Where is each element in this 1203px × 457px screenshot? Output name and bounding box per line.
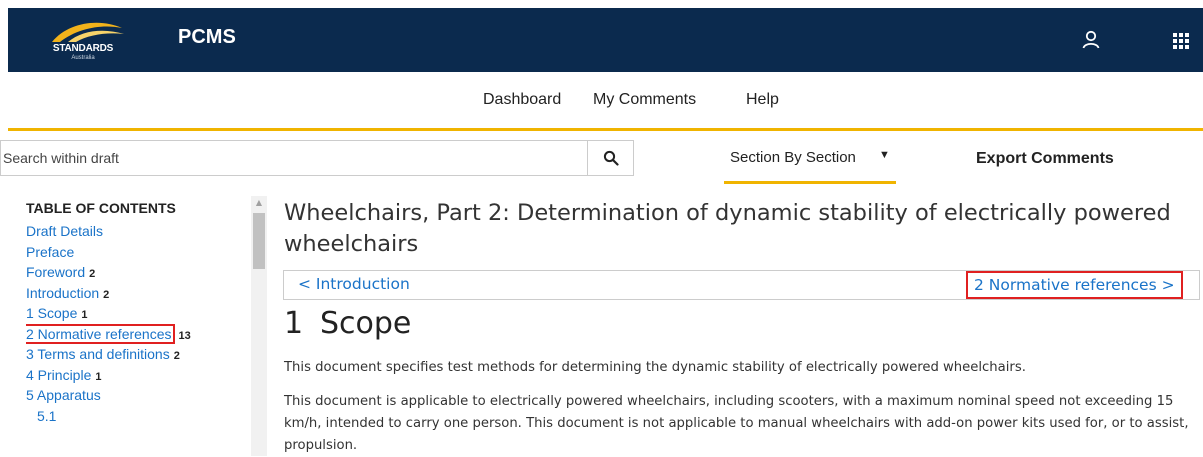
- user-icon[interactable]: [1079, 28, 1103, 52]
- highlight-box: 2 Normative references: [26, 323, 175, 344]
- logo-subtext: Australia: [71, 55, 95, 61]
- comment-count-badge: 2: [89, 268, 96, 280]
- comment-count-badge: 13: [178, 329, 191, 342]
- search-bar: [0, 140, 634, 176]
- caret-down-icon: ▼: [879, 149, 890, 161]
- scroll-up-arrow-icon[interactable]: ▲: [253, 197, 265, 209]
- comment-count-badge: 1: [81, 309, 88, 321]
- toc-title: TABLE OF CONTENTS: [26, 200, 176, 216]
- top-bar: STANDARDS Australia PCMS: [8, 8, 1203, 72]
- table-of-contents: TABLE OF CONTENTS Draft Details Preface …: [26, 200, 251, 456]
- section-navigation: < Introduction 2 Normative references >: [283, 270, 1200, 300]
- app-title: PCMS: [178, 26, 236, 48]
- search-icon: [603, 150, 619, 166]
- section-heading: 1 Scope: [284, 306, 411, 341]
- nav-my-comments[interactable]: My Comments: [593, 91, 696, 109]
- toc-item-introduction[interactable]: Introduction 2: [26, 283, 251, 303]
- toc-item-5-1[interactable]: 5.1: [26, 406, 251, 426]
- view-mode-label: Section By Section: [730, 149, 856, 166]
- export-comments-button[interactable]: Export Comments: [976, 150, 1114, 168]
- toc-item-principle[interactable]: 4 Principle 1: [26, 365, 251, 385]
- apps-grid-icon[interactable]: [1169, 28, 1193, 52]
- toc-scrollbar-thumb[interactable]: [253, 213, 265, 269]
- toc-item-draft-details[interactable]: Draft Details: [26, 221, 251, 241]
- standards-australia-logo[interactable]: STANDARDS Australia: [38, 16, 138, 64]
- logo-text: STANDARDS: [52, 43, 114, 54]
- section-number: 1: [284, 306, 304, 341]
- toc-item-scope[interactable]: 1 Scope 1: [26, 303, 251, 323]
- toc-item-preface[interactable]: Preface: [26, 242, 251, 262]
- document-title: Wheelchairs, Part 2: Determination of dy…: [284, 200, 1171, 257]
- paragraph: This document specifies test methods for…: [284, 360, 1026, 375]
- logo-swoosh-icon: [52, 22, 124, 42]
- nav-dashboard[interactable]: Dashboard: [483, 91, 561, 109]
- paragraph: This document is applicable to electrica…: [284, 394, 1189, 453]
- comment-count-badge: 2: [173, 350, 180, 362]
- previous-section-link[interactable]: < Introduction: [298, 275, 410, 293]
- nav-help[interactable]: Help: [746, 91, 779, 109]
- toc-item-terms-and-definitions[interactable]: 3 Terms and definitions 2: [26, 344, 251, 364]
- toc-item-apparatus[interactable]: 5 Apparatus: [26, 385, 251, 405]
- comment-count-badge: 2: [103, 288, 110, 301]
- toc-item-normative-references[interactable]: 2 Normative references 13: [26, 323, 251, 344]
- main-nav: Dashboard My Comments Help: [8, 72, 1203, 131]
- section-title: Scope: [320, 306, 412, 341]
- search-input[interactable]: [1, 141, 589, 175]
- toc-item-foreword[interactable]: Foreword 2: [26, 262, 251, 282]
- next-section-link[interactable]: 2 Normative references >: [966, 271, 1183, 299]
- search-button[interactable]: [587, 141, 634, 175]
- comment-count-badge: 1: [95, 370, 102, 383]
- view-mode-dropdown[interactable]: Section By Section ▼: [724, 140, 896, 184]
